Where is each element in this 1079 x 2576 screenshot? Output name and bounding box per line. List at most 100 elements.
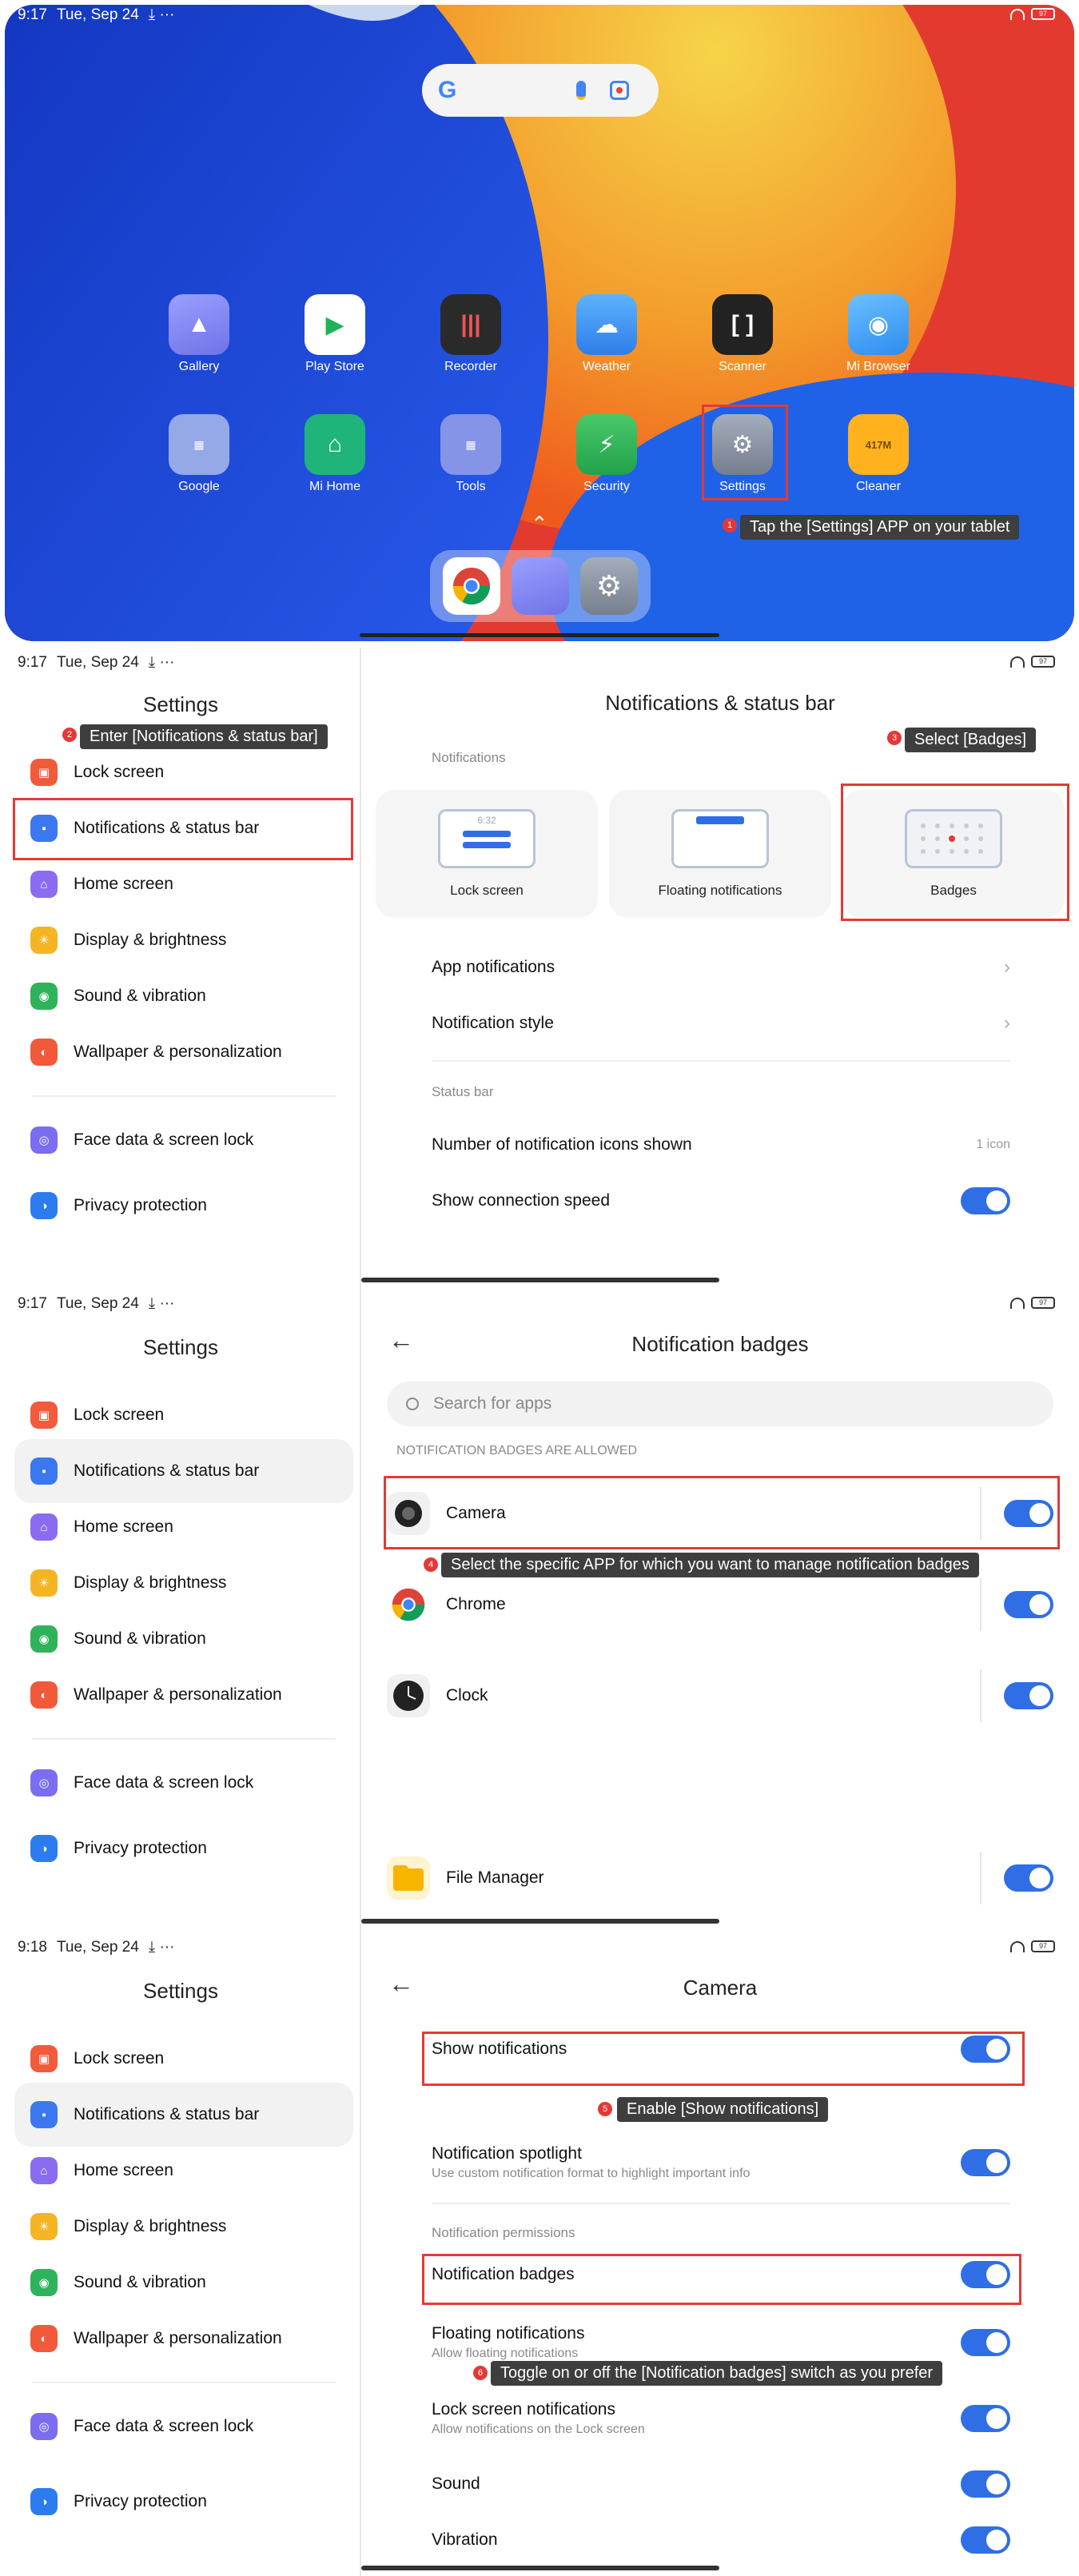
app-weather[interactable]: ☁ Weather	[555, 294, 659, 374]
sidebar-item-home-screen[interactable]: ⌂ Home screen	[14, 1495, 353, 1559]
row-lock-screen-notifications[interactable]: Lock screen notifications Allow notifica…	[432, 2395, 1010, 2442]
chrome-badge-toggle[interactable]	[1004, 1591, 1053, 1618]
step-badge-1: 1	[723, 518, 737, 532]
sidebar-item-notifications[interactable]: ▪ Notifications & status bar	[14, 1439, 353, 1503]
sidebar-item-display[interactable]: ☀ Display & brightness	[14, 908, 353, 972]
vibration-toggle[interactable]	[961, 2526, 1010, 2554]
row-label: Number of notification icons shown	[432, 1135, 692, 1154]
row-sound[interactable]: Sound	[432, 2460, 1010, 2508]
lock-icon: ▣	[30, 2045, 58, 2072]
app-mi-browser[interactable]: ◉ Mi Browser	[826, 294, 930, 374]
card-lock-screen[interactable]: 6:32 Lock screen	[376, 790, 598, 918]
row-label: Vibration	[432, 2530, 498, 2549]
row-sublabel: Use custom notification format to highli…	[432, 2167, 751, 2180]
app-play-store[interactable]: ▶ Play Store	[283, 294, 387, 374]
sidebar-item-label: Lock screen	[74, 1406, 165, 1424]
sidebar-item-display[interactable]: ☀ Display & brightness	[14, 2195, 353, 2259]
sidebar-item-label: Lock screen	[74, 763, 165, 781]
row-app-notifications[interactable]: App notifications ›	[432, 943, 1010, 991]
step-badge-3: 3	[887, 731, 902, 745]
clock-badge-toggle[interactable]	[1004, 1682, 1053, 1709]
sidebar-item-home-screen[interactable]: ⌂ Home screen	[14, 852, 353, 916]
sidebar-item-wallpaper[interactable]: ◐ Wallpaper & personalization	[14, 1020, 353, 1084]
sidebar-item-face-data[interactable]: ◎ Face data & screen lock	[14, 1108, 353, 1172]
chrome-icon[interactable]	[443, 557, 500, 615]
app-cleaner[interactable]: 417M Cleaner	[826, 414, 930, 494]
section-status-bar: Status bar	[432, 1084, 494, 1099]
sidebar-item-label: Notifications & status bar	[74, 2105, 260, 2123]
weather-icon: ☁	[576, 294, 637, 355]
app-mi-home[interactable]: ⌂ Mi Home	[283, 414, 387, 494]
app-google-folder[interactable]: ▦ Google	[147, 414, 251, 494]
gallery-dock-icon[interactable]	[512, 557, 569, 615]
sidebar-item-lock-screen[interactable]: ▣ Lock screen	[14, 740, 353, 804]
row-connection-speed[interactable]: Show connection speed	[432, 1177, 1010, 1225]
settings-dock-icon[interactable]: ⚙	[580, 557, 638, 615]
home-indicator[interactable]	[361, 1278, 719, 1282]
sidebar-item-lock-screen[interactable]: ▣ Lock screen	[14, 1383, 353, 1447]
microphone-icon[interactable]	[576, 81, 587, 100]
sidebar-item-label: Sound & vibration	[74, 1629, 206, 1648]
privacy-icon: ◑	[30, 1835, 58, 1862]
sidebar-item-face-data[interactable]: ◎ Face data & screen lock	[14, 2395, 353, 2458]
sidebar-item-privacy[interactable]: ◑ Privacy protection	[14, 2470, 353, 2534]
step-badge-6: 6	[473, 2366, 488, 2380]
browser-icon: ◉	[848, 294, 909, 355]
callout-6: Toggle on or off the [Notification badge…	[491, 2361, 943, 2386]
search-apps-input[interactable]: Search for apps	[387, 1382, 1053, 1426]
camera-notifications-panel: 9:18 Tue, Sep 24 ⤓ ··· 97 Settings ▣ Lock…	[0, 1932, 1079, 2576]
app-gallery[interactable]: ▲ Gallery	[147, 294, 251, 374]
sidebar-item-home-screen[interactable]: ⌂ Home screen	[14, 2139, 353, 2203]
app-tools-folder[interactable]: ▦ Tools	[419, 414, 523, 494]
section-badges-allowed: NOTIFICATION BADGES ARE ALLOWED	[396, 1444, 638, 1457]
sidebar-item-face-data[interactable]: ◎ Face data & screen lock	[14, 1751, 353, 1815]
sidebar-item-privacy[interactable]: ◑ Privacy protection	[14, 1174, 353, 1238]
app-row-clock[interactable]: Clock	[387, 1660, 1053, 1732]
status-bar-left: 9:17 Tue, Sep 24 ⤓ ···	[18, 6, 174, 24]
sidebar-item-wallpaper[interactable]: ◐ Wallpaper & personalization	[14, 1663, 353, 1727]
row-notification-spotlight[interactable]: Notification spotlight Use custom notifi…	[432, 2132, 1010, 2193]
sidebar-item-label: Notifications & status bar	[74, 1461, 260, 1480]
home-icon: ⌂	[30, 2157, 58, 2184]
sidebar-item-sound[interactable]: ◉ Sound & vibration	[14, 2251, 353, 2315]
divider	[32, 1738, 336, 1740]
chevron-up-icon[interactable]: ⌃	[531, 512, 548, 536]
sidebar-item-privacy[interactable]: ◑ Privacy protection	[14, 1816, 353, 1880]
file-manager-badge-toggle[interactable]	[1004, 1864, 1053, 1892]
sidebar-item-sound[interactable]: ◉ Sound & vibration	[14, 1607, 353, 1671]
app-recorder[interactable]: ||| Recorder	[419, 294, 523, 374]
row-icons-shown[interactable]: Number of notification icons shown 1 ico…	[432, 1121, 1010, 1169]
sound-icon: ◉	[30, 983, 58, 1010]
lock-screen-toggle[interactable]	[961, 2405, 1010, 2432]
row-label: Show connection speed	[432, 1191, 610, 1210]
app-row-chrome[interactable]: Chrome	[387, 1569, 1053, 1641]
google-lens-icon[interactable]	[610, 81, 630, 100]
card-floating-notifications[interactable]: Floating notifications	[609, 790, 831, 918]
sidebar-item-display[interactable]: ☀ Display & brightness	[14, 1551, 353, 1615]
chrome-icon	[387, 1583, 430, 1626]
mi-home-icon: ⌂	[305, 414, 365, 475]
card-label: Lock screen	[450, 883, 524, 898]
floating-toggle[interactable]	[961, 2329, 1010, 2356]
home-indicator[interactable]	[361, 2566, 719, 2570]
connection-speed-toggle[interactable]	[961, 1187, 1010, 1214]
row-vibration[interactable]: Vibration	[432, 2516, 1010, 2564]
app-scanner[interactable]: [ ] Scanner	[691, 294, 794, 374]
sidebar-item-notifications[interactable]: ▪ Notifications & status bar	[14, 2083, 353, 2147]
home-indicator[interactable]	[360, 633, 719, 637]
app-row-file-manager[interactable]: File Manager	[387, 1842, 1053, 1914]
sound-toggle[interactable]	[961, 2470, 1010, 2498]
google-search-bar[interactable]: G	[422, 64, 659, 117]
status-bar-right: 97	[1010, 656, 1055, 668]
app-security[interactable]: ⚡ Security	[555, 414, 659, 494]
row-notification-style[interactable]: Notification style ›	[432, 999, 1010, 1047]
lock-icon: ▣	[30, 1402, 58, 1429]
app-label: Mi Home	[309, 480, 360, 493]
spotlight-toggle[interactable]	[961, 2149, 1010, 2176]
sidebar-item-wallpaper[interactable]: ◐ Wallpaper & personalization	[14, 2307, 353, 2371]
battery-icon: 97	[1031, 1940, 1055, 1952]
sidebar-item-label: Home screen	[74, 875, 173, 893]
home-indicator[interactable]	[361, 1919, 719, 1924]
sidebar-item-sound[interactable]: ◉ Sound & vibration	[14, 964, 353, 1028]
sidebar-item-lock-screen[interactable]: ▣ Lock screen	[14, 2027, 353, 2091]
